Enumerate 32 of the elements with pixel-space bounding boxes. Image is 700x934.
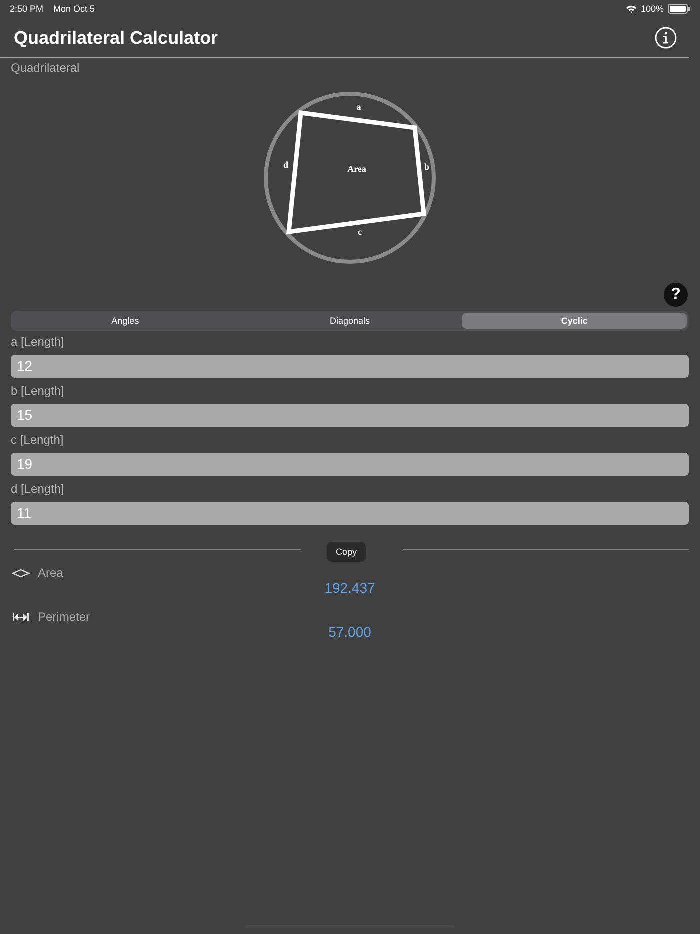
result-label: Area (38, 566, 64, 580)
status-date: Mon Oct 5 (54, 4, 96, 14)
field-label: a [Length] (11, 335, 66, 350)
segment-tab[interactable]: Diagonals (238, 313, 462, 329)
result-value[interactable]: 57.000 (12, 624, 688, 644)
side-label: c (358, 227, 362, 237)
copy-tooltip[interactable]: Copy (327, 542, 366, 562)
side-label: d (284, 160, 288, 170)
input-field[interactable]: 11 (11, 502, 689, 525)
side-label: a (356, 102, 362, 112)
input-field[interactable]: 19 (11, 453, 689, 476)
field-label: b [Length] (11, 384, 66, 399)
wifi-icon (626, 4, 637, 12)
input-field[interactable]: 15 (11, 404, 689, 427)
result-value[interactable]: 192.437 (12, 580, 688, 600)
battery-icon (668, 4, 690, 14)
app-title: Quadrilateral Calculator (14, 28, 218, 48)
width-icon (12, 612, 30, 622)
input-field[interactable]: 12 (11, 355, 689, 378)
help-button[interactable]: ? (664, 283, 688, 307)
section-label: Quadrilateral (10, 60, 81, 75)
area-label: Area (348, 164, 366, 174)
result-label: Perimeter (38, 610, 90, 624)
field-label: d [Length] (11, 482, 66, 497)
battery-percent: 100% (640, 4, 664, 14)
segment-tab[interactable]: Cyclic (462, 313, 688, 329)
segment-tab[interactable]: Angles (13, 313, 238, 329)
side-label: b (424, 162, 430, 172)
status-time: 2:50 PM (10, 4, 44, 14)
info-icon[interactable] (655, 27, 677, 49)
field-label: c [Length] (11, 433, 65, 448)
diamond-icon (12, 568, 30, 578)
